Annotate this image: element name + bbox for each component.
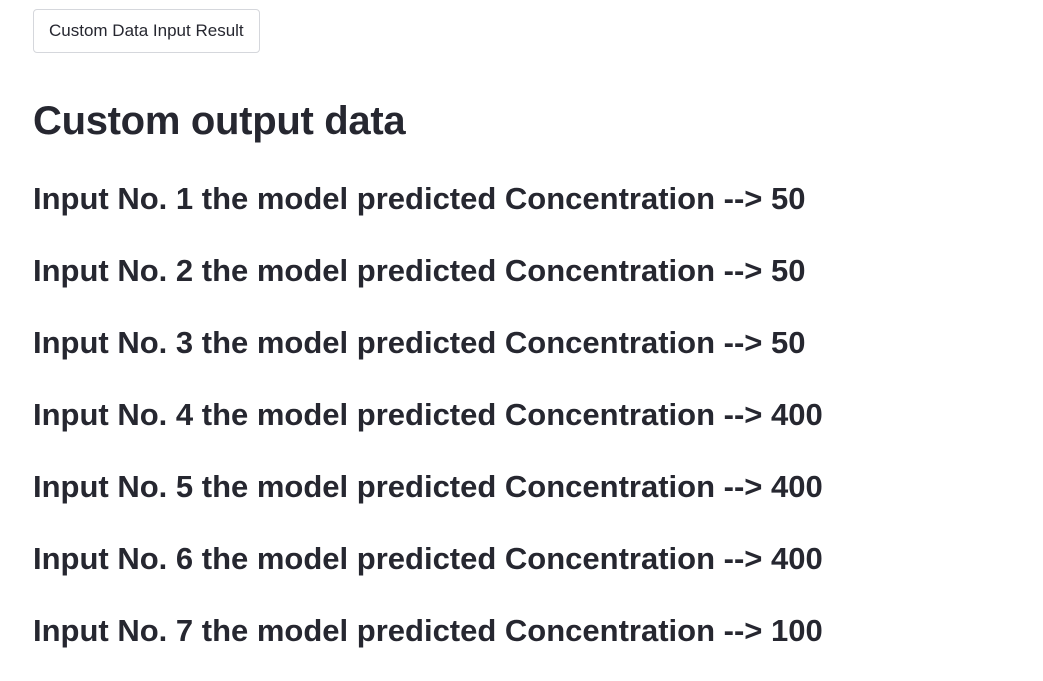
result-line: Input No. 4 the model predicted Concentr… bbox=[33, 397, 823, 432]
result-line: Input No. 2 the model predicted Concentr… bbox=[33, 253, 806, 288]
result-line: Input No. 7 the model predicted Concentr… bbox=[33, 613, 823, 648]
result-line: Input No. 3 the model predicted Concentr… bbox=[33, 325, 806, 360]
result-line: Input No. 5 the model predicted Concentr… bbox=[33, 469, 823, 504]
result-line: Input No. 1 the model predicted Concentr… bbox=[33, 181, 806, 216]
custom-data-input-result-button[interactable]: Custom Data Input Result bbox=[33, 9, 260, 53]
main-content: Custom Data Input Result Custom output d… bbox=[33, 9, 1043, 648]
result-line: Input No. 6 the model predicted Concentr… bbox=[33, 541, 823, 576]
results-list: Input No. 1 the model predicted Concentr… bbox=[33, 177, 823, 681]
page-title: Custom output data bbox=[33, 99, 406, 143]
